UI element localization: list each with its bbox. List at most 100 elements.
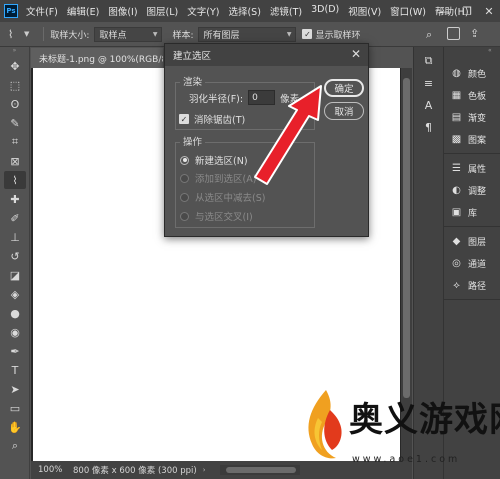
flame-logo-icon xyxy=(308,390,342,459)
antialias-checkbox[interactable]: ✓ xyxy=(179,114,189,124)
menu-3d[interactable]: 3D(D) xyxy=(311,4,339,18)
panel-label: 色板 xyxy=(468,91,487,102)
sample-label: 样本: xyxy=(172,30,194,41)
menu-view[interactable]: 视图(V) xyxy=(348,4,381,18)
grid-icon: ▦ xyxy=(451,89,462,101)
watermark: 奥义游戏网 www.aoe1.com xyxy=(298,386,500,466)
panel-label: 图层 xyxy=(468,237,487,248)
op-new-radio[interactable] xyxy=(180,155,189,165)
show-ring-checkbox[interactable]: ✓ xyxy=(302,29,313,39)
horizontal-scrollbar[interactable] xyxy=(220,465,300,475)
pen-tool-icon[interactable]: ✒ xyxy=(4,342,26,360)
op-subtract-label: 从选区中减去(S) xyxy=(195,193,266,204)
channels-icon: ◎ xyxy=(452,257,461,269)
panel-gradients[interactable]: ▤ 渐变 xyxy=(444,106,500,128)
ok-button[interactable]: 确定 xyxy=(324,79,364,97)
op-intersect-radio xyxy=(180,211,189,221)
minimize-icon[interactable]: — xyxy=(434,0,456,22)
panel-collapse-icon[interactable]: » xyxy=(0,47,29,56)
op-new-row[interactable]: 新建选区(N) xyxy=(180,153,248,167)
feather-row: 羽化半径(F): 0 像素 xyxy=(189,90,299,105)
panel-paths[interactable]: ⟡ 路径 xyxy=(444,274,500,296)
cancel-button[interactable]: 取消 xyxy=(324,102,364,120)
menu-image[interactable]: 图像(I) xyxy=(108,4,137,18)
panel-label: 渐变 xyxy=(468,113,487,124)
marquee-tool-icon[interactable]: ⬚ xyxy=(4,76,26,94)
workspace-icon[interactable] xyxy=(447,27,460,40)
op-subtract-radio xyxy=(180,192,189,202)
share-icon[interactable]: ⇪ xyxy=(470,27,479,40)
search-icon[interactable]: ⌕ xyxy=(426,28,432,42)
close-icon[interactable]: ✕ xyxy=(478,0,500,22)
hand-tool-icon[interactable]: ✋ xyxy=(4,418,26,436)
photoshop-logo-icon[interactable]: Ps xyxy=(4,4,18,18)
character-icon[interactable]: A xyxy=(421,97,437,113)
feather-input[interactable]: 0 xyxy=(248,90,276,105)
menu-select[interactable]: 选择(S) xyxy=(228,4,260,18)
sliders-icon: ☰ xyxy=(452,162,461,174)
render-legend: 渲染 xyxy=(180,74,206,88)
clone-stamp-tool-icon[interactable]: ⊥ xyxy=(4,228,26,246)
feather-label: 羽化半径(F): xyxy=(189,93,244,105)
eyedropper-icon[interactable]: ⌇ xyxy=(8,28,22,41)
menu-items: 文件(F) 编辑(E) 图像(I) 图层(L) 文字(Y) 选择(S) 滤镜(T… xyxy=(26,4,478,18)
antialias-row: ✓ 消除锯齿(T) xyxy=(179,112,245,126)
menu-edit[interactable]: 编辑(E) xyxy=(67,4,99,18)
panel-label: 路径 xyxy=(468,281,487,292)
healing-brush-tool-icon[interactable]: ✚ xyxy=(4,190,26,208)
menu-type[interactable]: 文字(Y) xyxy=(187,4,219,18)
history-icon[interactable]: ⧉ xyxy=(421,53,437,69)
tool-preset-dropdown-icon[interactable]: ▼ xyxy=(24,30,29,38)
panel-label: 图案 xyxy=(468,135,487,146)
dodge-tool-icon[interactable]: ◉ xyxy=(4,323,26,341)
quick-select-tool-icon[interactable]: ✎ xyxy=(4,114,26,132)
lasso-tool-icon[interactable]: ʘ xyxy=(4,95,26,113)
library-icon: ▣ xyxy=(451,206,462,218)
frame-tool-icon[interactable]: ⊠ xyxy=(4,152,26,170)
chevron-right-icon[interactable]: › xyxy=(203,466,206,474)
blur-tool-icon[interactable]: ● xyxy=(4,304,26,322)
divider xyxy=(43,27,45,41)
zoom-level[interactable]: 100% xyxy=(38,465,68,475)
zoom-tool-icon[interactable]: ⌕ xyxy=(4,437,26,455)
sample-size-select[interactable]: 取样点 ▼ xyxy=(94,26,163,42)
panel-libraries[interactable]: ▣ 库 xyxy=(444,201,500,223)
paint-bucket-tool-icon[interactable]: ◈ xyxy=(4,285,26,303)
menu-window[interactable]: 窗口(W) xyxy=(390,4,426,18)
panel-adjustments[interactable]: ◐ 调整 xyxy=(444,179,500,201)
panel-collapse-icon[interactable]: « xyxy=(444,47,500,59)
brush-tool-icon[interactable]: ✐ xyxy=(4,209,26,227)
close-icon[interactable]: ✕ xyxy=(351,47,361,61)
rectangle-tool-icon[interactable]: ▭ xyxy=(4,399,26,417)
watermark-url: www.aoe1.com xyxy=(352,454,461,465)
move-tool-icon[interactable]: ✥ xyxy=(4,57,26,75)
menu-bar: Ps 文件(F) 编辑(E) 图像(I) 图层(L) 文字(Y) 选择(S) 滤… xyxy=(0,0,500,22)
panel-patterns[interactable]: ▩ 图案 xyxy=(444,128,500,150)
panel-properties[interactable]: ☰ 属性 xyxy=(444,157,500,179)
menu-file[interactable]: 文件(F) xyxy=(26,4,58,18)
crop-tool-icon[interactable]: ⌗ xyxy=(4,133,26,151)
dialog-title-bar[interactable]: 建立选区 ✕ xyxy=(165,44,368,66)
panel-color[interactable]: ◍ 颜色 xyxy=(444,62,500,84)
document-tab[interactable]: 未标题-1.png @ 100%(RGB/8) * ✕ xyxy=(31,48,163,68)
op-intersect-label: 与选区交叉(I) xyxy=(195,212,253,223)
history-brush-tool-icon[interactable]: ↺ xyxy=(4,247,26,265)
scrollbar-thumb[interactable] xyxy=(226,467,296,473)
maximize-icon[interactable]: ❐ xyxy=(456,0,478,22)
menu-filter[interactable]: 滤镜(T) xyxy=(270,4,302,18)
path-select-tool-icon[interactable]: ➤ xyxy=(4,380,26,398)
eyedropper-tool-icon[interactable]: ⌇ xyxy=(4,171,26,189)
properties-icon[interactable]: ≡ xyxy=(421,75,437,91)
show-ring-label: 显示取样环 xyxy=(315,30,361,41)
scrollbar-thumb[interactable] xyxy=(403,78,410,398)
sample-select[interactable]: 所有图层 ▼ xyxy=(198,26,297,42)
panel-label: 调整 xyxy=(468,186,487,197)
eraser-tool-icon[interactable]: ◪ xyxy=(4,266,26,284)
panel-swatches[interactable]: ▦ 色板 xyxy=(444,84,500,106)
panel-layers[interactable]: ◆ 图层 xyxy=(444,230,500,252)
menu-layer[interactable]: 图层(L) xyxy=(147,4,179,18)
type-tool-icon[interactable]: T xyxy=(4,361,26,379)
panel-channels[interactable]: ◎ 通道 xyxy=(444,252,500,274)
paragraph-icon[interactable]: ¶ xyxy=(421,119,437,135)
layers-icon: ◆ xyxy=(452,235,461,247)
